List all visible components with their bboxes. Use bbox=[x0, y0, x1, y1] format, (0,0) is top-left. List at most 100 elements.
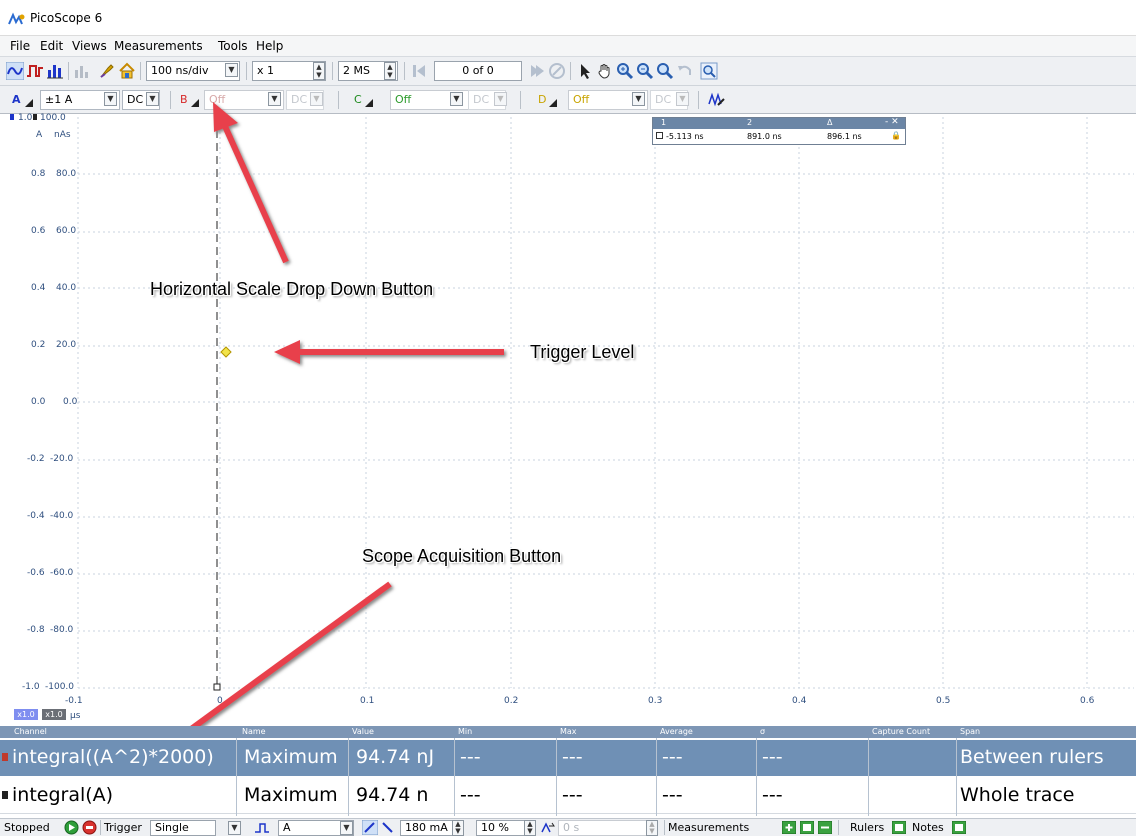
math-zoom-badge[interactable]: x1.0 bbox=[42, 709, 66, 720]
rising-edge-icon[interactable] bbox=[362, 820, 378, 835]
toolbar-separator bbox=[338, 91, 339, 109]
ruler-lock-icon[interactable]: 🔒 bbox=[891, 131, 901, 140]
toolbar-separator bbox=[332, 62, 333, 80]
buffer-navigator-icon[interactable] bbox=[548, 62, 566, 80]
probe-icon[interactable] bbox=[98, 62, 116, 80]
channel-b-range-dropdown[interactable]: ▼ bbox=[268, 92, 281, 106]
channel-c-range: Off bbox=[395, 93, 412, 106]
measurement-value: 94.74 n bbox=[356, 784, 429, 806]
ruler-handle[interactable] bbox=[213, 683, 221, 691]
spectrum-mode-icon[interactable] bbox=[46, 62, 64, 80]
measurement-row[interactable]: integral((A^2)*2000) Maximum 94.74 nJ --… bbox=[0, 740, 1136, 776]
xy-mode-icon[interactable] bbox=[72, 62, 90, 80]
math-channels-icon[interactable] bbox=[708, 91, 726, 109]
window-title: PicoScope 6 bbox=[30, 11, 103, 25]
channel-a-coupling-dropdown[interactable]: ▼ bbox=[146, 92, 159, 106]
undo-zoom-icon[interactable] bbox=[676, 62, 694, 80]
window-titlebar: PicoScope 6 bbox=[0, 0, 1136, 36]
zoom-out-icon[interactable] bbox=[636, 62, 654, 80]
channel-d-coupling-dropdown[interactable]: ▼ bbox=[676, 92, 689, 106]
measurement-row[interactable]: integral(A) Maximum 94.74 n --- --- --- … bbox=[0, 778, 1136, 814]
channel-a-zoom-badge[interactable]: x1.0 bbox=[14, 709, 38, 720]
channel-a-range-dropdown[interactable]: ▼ bbox=[104, 92, 117, 106]
ruler-legend-close-icon[interactable]: - ✕ bbox=[885, 117, 899, 127]
channel-a-options-icon[interactable] bbox=[24, 98, 34, 108]
ruler-checkbox[interactable] bbox=[656, 132, 663, 139]
zoom-fit-icon[interactable] bbox=[656, 62, 674, 80]
channel-d-range: Off bbox=[573, 93, 590, 106]
x-label: 0 bbox=[217, 696, 223, 706]
measurement-value: 94.74 nJ bbox=[356, 746, 435, 768]
trigger-mode-select[interactable]: Single bbox=[150, 820, 216, 836]
pointer-icon[interactable] bbox=[576, 62, 594, 80]
trigger-channel-dropdown[interactable]: ▼ bbox=[340, 821, 353, 835]
toolbar-separator bbox=[100, 820, 101, 835]
toolbar-separator bbox=[170, 91, 171, 109]
column-divider bbox=[236, 738, 237, 816]
trigger-delay-spinner[interactable]: ▲ ▼ bbox=[646, 820, 658, 836]
menu-measurements[interactable]: Measurements bbox=[114, 39, 203, 53]
menu-edit[interactable]: Edit bbox=[40, 39, 63, 53]
channel-d-range-dropdown[interactable]: ▼ bbox=[632, 92, 645, 106]
hand-icon[interactable] bbox=[596, 62, 614, 80]
header-max[interactable]: Max bbox=[560, 727, 577, 736]
home-icon[interactable] bbox=[118, 62, 136, 80]
header-capture-count[interactable]: Capture Count bbox=[872, 727, 930, 736]
edit-measurement-icon[interactable] bbox=[800, 821, 814, 834]
trigger-delay-icon[interactable] bbox=[540, 820, 556, 835]
y-unit-b: nAs bbox=[54, 130, 71, 140]
buffer-first-icon[interactable] bbox=[410, 62, 428, 80]
rulers-label: Rulers bbox=[850, 821, 885, 834]
measurement-min: --- bbox=[460, 746, 481, 768]
channel-d-options-icon[interactable] bbox=[548, 98, 558, 108]
x-label: 0.5 bbox=[936, 696, 951, 706]
menu-file[interactable]: File bbox=[10, 39, 30, 53]
channel-a-label: A bbox=[12, 93, 21, 106]
timebase-dropdown-button[interactable]: ▼ bbox=[225, 63, 238, 77]
trigger-mode-dropdown[interactable]: ▼ bbox=[228, 821, 241, 835]
channel-c-options-icon[interactable] bbox=[364, 98, 374, 108]
measurement-max: --- bbox=[562, 746, 583, 768]
buffer-last-icon[interactable] bbox=[528, 62, 546, 80]
trigger-type-icon[interactable] bbox=[254, 820, 270, 835]
notes-toggle-icon[interactable] bbox=[952, 821, 966, 834]
header-value[interactable]: Value bbox=[352, 727, 374, 736]
delete-measurement-icon[interactable] bbox=[818, 821, 832, 834]
trigger-delay-input[interactable]: 0 s bbox=[558, 820, 658, 836]
add-measurement-icon[interactable] bbox=[782, 821, 796, 834]
menu-tools[interactable]: Tools bbox=[218, 39, 248, 53]
scope-plot[interactable] bbox=[0, 114, 1136, 726]
falling-edge-icon[interactable] bbox=[380, 820, 396, 835]
measurement-channel: integral(A) bbox=[12, 784, 114, 806]
channel-b-coupling-dropdown[interactable]: ▼ bbox=[310, 92, 323, 106]
header-average[interactable]: Average bbox=[660, 727, 693, 736]
persistence-mode-icon[interactable] bbox=[26, 62, 44, 80]
header-min[interactable]: Min bbox=[458, 727, 472, 736]
zoom-spinner[interactable]: ▲ ▼ bbox=[313, 62, 325, 80]
channel-b-range: Off bbox=[209, 93, 226, 106]
menu-help[interactable]: Help bbox=[256, 39, 283, 53]
stop-acquisition-icon[interactable] bbox=[82, 820, 97, 835]
channel-color-marker bbox=[2, 791, 8, 799]
pretrigger-spinner[interactable]: ▲ ▼ bbox=[524, 820, 536, 836]
rulers-toggle-icon[interactable] bbox=[892, 821, 906, 834]
start-acquisition-icon[interactable] bbox=[64, 820, 79, 835]
picoscope-logo-icon bbox=[8, 12, 25, 25]
ruler-value-delta: 896.1 ns bbox=[827, 132, 862, 141]
channel-c-range-dropdown[interactable]: ▼ bbox=[450, 92, 463, 106]
channel-b-options-icon[interactable] bbox=[190, 98, 200, 108]
header-channel[interactable]: Channel bbox=[14, 727, 47, 736]
samples-spinner[interactable]: ▲ ▼ bbox=[384, 62, 396, 80]
header-sigma[interactable]: σ bbox=[760, 727, 765, 736]
zoom-overview-icon[interactable] bbox=[700, 62, 718, 80]
ruler-legend[interactable]: 1 2 Δ - ✕ -5.113 ns 891.0 ns 896.1 ns 🔒 bbox=[652, 117, 906, 145]
menu-views[interactable]: Views bbox=[72, 39, 107, 53]
measurement-max: --- bbox=[562, 784, 583, 806]
channel-d-coupling: DC bbox=[655, 93, 672, 106]
channel-c-coupling-dropdown[interactable]: ▼ bbox=[494, 92, 507, 106]
scope-mode-icon[interactable] bbox=[6, 62, 24, 80]
trigger-level-spinner[interactable]: ▲ ▼ bbox=[452, 820, 464, 836]
header-name[interactable]: Name bbox=[242, 727, 266, 736]
zoom-in-icon[interactable] bbox=[616, 62, 634, 80]
header-span[interactable]: Span bbox=[960, 727, 980, 736]
